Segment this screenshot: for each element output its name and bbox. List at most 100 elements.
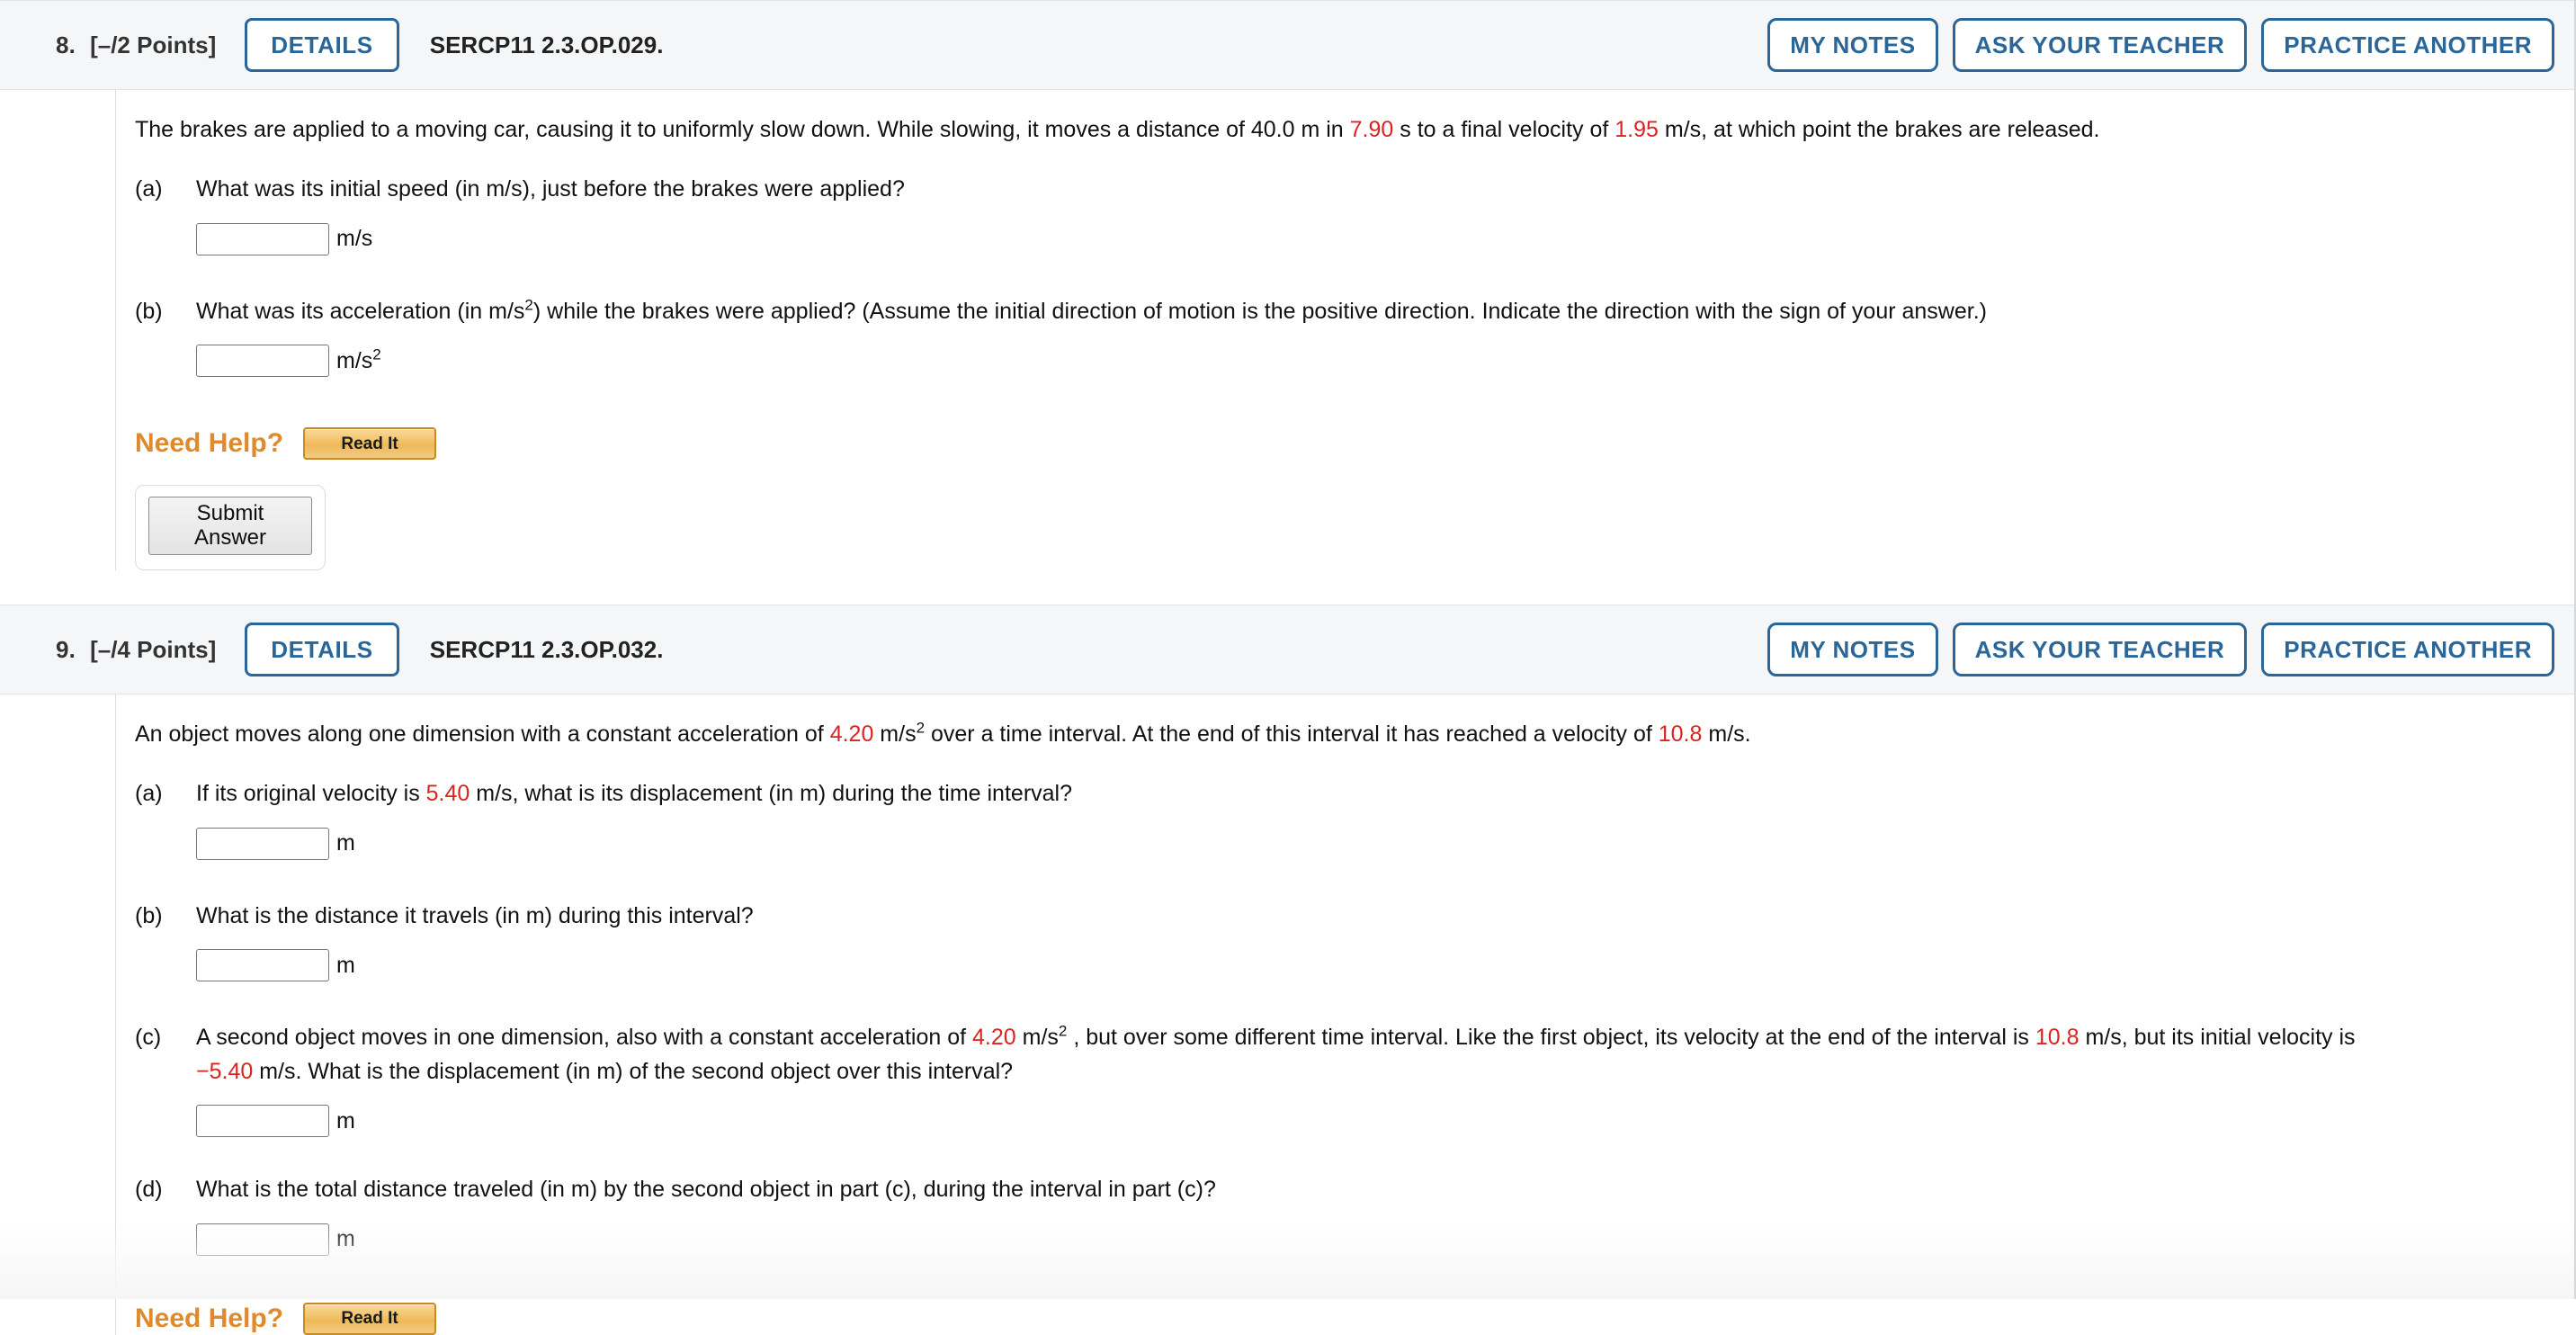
part-label: (a): [135, 176, 163, 202]
submit-answer-button[interactable]: Submit Answer: [148, 497, 312, 556]
stem-text: An object moves along one dimension with…: [135, 721, 830, 748]
part-text-segment: If its original velocity is: [196, 781, 426, 807]
answer-unit: m: [336, 1107, 355, 1133]
answer-row: m: [196, 1223, 2576, 1256]
part-content: What was its initial speed (in m/s), jus…: [196, 173, 2576, 255]
exponent: 2: [524, 296, 533, 314]
practice-another-button[interactable]: PRACTICE ANOTHER: [2261, 623, 2554, 677]
my-notes-button[interactable]: MY NOTES: [1767, 18, 1938, 72]
part-text-segment: m/s: [1015, 1025, 1059, 1051]
stem-value-velocity: 10.8: [1658, 721, 1703, 748]
question-code: SERCP11 2.3.OP.032.: [429, 635, 664, 663]
part-question-text: If its original velocity is 5.40 m/s, wh…: [196, 777, 2499, 811]
part-text-segment: , but over some different time interval.…: [1067, 1025, 2035, 1051]
answer-unit: m: [336, 1226, 355, 1252]
need-help-section-9: Need Help? Read It: [135, 1302, 2576, 1335]
question-part-a: (a) What was its initial speed (in m/s),…: [135, 173, 2576, 255]
question-body-8: The brakes are applied to a moving car, …: [0, 90, 2576, 571]
part-question-text: What was its acceleration (in m/s2) whil…: [196, 295, 2499, 329]
answer-row: m: [196, 1105, 2576, 1138]
part-text-segment: What was its acceleration (in m/s: [196, 298, 525, 324]
part-content: What is the total distance traveled (in …: [196, 1173, 2576, 1256]
part-question-text: What is the distance it travels (in m) d…: [196, 902, 754, 928]
stem-text: m/s: [873, 721, 917, 748]
part-label: (d): [135, 1177, 163, 1203]
submit-answer-card: Submit Answer: [135, 485, 326, 571]
question-part-d: (d) What is the total distance traveled …: [135, 1173, 2576, 1256]
answer-input-9b[interactable]: [196, 949, 329, 982]
answer-row: m/s: [196, 222, 2576, 255]
practice-another-button[interactable]: PRACTICE ANOTHER: [2261, 18, 2554, 72]
stem-text: m/s.: [1702, 721, 1751, 748]
stem-value-time: 7.90: [1349, 117, 1394, 142]
header-actions: MY NOTES ASK YOUR TEACHER PRACTICE ANOTH…: [1767, 18, 2554, 72]
question-part-b: (b) What was its acceleration (in m/s2) …: [135, 295, 2576, 378]
part-label: (c): [135, 1025, 162, 1051]
exponent: 2: [1058, 1022, 1068, 1040]
details-button[interactable]: DETAILS: [245, 18, 399, 72]
question-part-a: (a) If its original velocity is 5.40 m/s…: [135, 777, 2576, 860]
question-body-9: An object moves along one dimension with…: [0, 694, 2576, 1335]
stem-value-velocity: 1.95: [1614, 117, 1659, 142]
answer-row: m: [196, 949, 2576, 982]
answer-input-8b[interactable]: [196, 345, 329, 378]
question-part-c: (c) A second object moves in one dimensi…: [135, 1021, 2576, 1138]
question-header-9: 9. [–/4 Points] DETAILS SERCP11 2.3.OP.0…: [0, 605, 2576, 695]
part-value-final-velocity: 10.8: [2035, 1025, 2080, 1051]
stem-text: s to a final velocity of: [1393, 117, 1615, 142]
answer-unit: m/s2: [336, 346, 381, 374]
stem-text: m/s, at which point the brakes are relea…: [1658, 117, 2100, 142]
answer-unit: m: [336, 952, 355, 978]
question-header-8: 8. [–/2 Points] DETAILS SERCP11 2.3.OP.0…: [0, 0, 2576, 90]
answer-unit: m/s: [336, 226, 373, 252]
part-content: A second object moves in one dimension, …: [196, 1021, 2576, 1138]
answer-input-9d[interactable]: [196, 1223, 329, 1256]
part-content: If its original velocity is 5.40 m/s, wh…: [196, 777, 2576, 860]
question-number: 9.: [56, 635, 76, 663]
part-question-text: What is the total distance traveled (in …: [196, 1177, 1216, 1203]
exponent: 2: [916, 719, 926, 737]
read-it-button[interactable]: Read It: [303, 427, 437, 461]
unit-base: m/s: [336, 347, 373, 373]
part-content: What is the distance it travels (in m) d…: [196, 900, 2576, 982]
question-part-b: (b) What is the distance it travels (in …: [135, 900, 2576, 982]
header-actions: MY NOTES ASK YOUR TEACHER PRACTICE ANOTH…: [1767, 623, 2554, 677]
part-text-segment: m/s. What is the displacement (in m) of …: [253, 1058, 1014, 1084]
question-number: 8.: [56, 31, 76, 58]
question-points: [–/2 Points]: [90, 31, 217, 58]
stem-value-acceleration: 4.20: [829, 721, 874, 748]
question-block-8: 8. [–/2 Points] DETAILS SERCP11 2.3.OP.0…: [0, 0, 2576, 571]
question-block-9: 9. [–/4 Points] DETAILS SERCP11 2.3.OP.0…: [0, 605, 2576, 1335]
question-points: [–/4 Points]: [90, 635, 217, 663]
part-text-segment: ) while the brakes were applied? (Assume…: [532, 298, 1987, 324]
stem-text: The brakes are applied to a moving car, …: [135, 117, 1350, 142]
part-text-segment: A second object moves in one dimension, …: [196, 1025, 973, 1051]
question-code: SERCP11 2.3.OP.029.: [429, 31, 664, 58]
details-button[interactable]: DETAILS: [245, 623, 399, 677]
need-help-label: Need Help?: [135, 428, 284, 459]
need-help-section-8: Need Help? Read It: [135, 427, 2576, 461]
ask-your-teacher-button[interactable]: ASK YOUR TEACHER: [1952, 18, 2248, 72]
part-content: What was its acceleration (in m/s2) whil…: [196, 295, 2576, 378]
part-label: (b): [135, 902, 163, 928]
need-help-label: Need Help?: [135, 1303, 284, 1333]
part-value-velocity: 5.40: [425, 781, 470, 807]
read-it-button[interactable]: Read It: [303, 1302, 437, 1335]
question-stem: The brakes are applied to a moving car, …: [135, 113, 2473, 146]
my-notes-button[interactable]: MY NOTES: [1767, 623, 1938, 677]
part-label: (a): [135, 781, 163, 807]
part-value-initial-velocity: −5.40: [196, 1058, 254, 1084]
answer-input-9a[interactable]: [196, 827, 329, 860]
part-label: (b): [135, 298, 163, 324]
part-text-segment: m/s, but its initial velocity is: [2079, 1025, 2356, 1051]
part-question-text: A second object moves in one dimension, …: [196, 1021, 2364, 1089]
answer-input-8a[interactable]: [196, 222, 329, 255]
answer-row: m/s2: [196, 345, 2576, 378]
ask-your-teacher-button[interactable]: ASK YOUR TEACHER: [1952, 623, 2248, 677]
answer-input-9c[interactable]: [196, 1105, 329, 1138]
question-spacer: [0, 570, 2576, 605]
part-question-text: What was its initial speed (in m/s), jus…: [196, 176, 905, 202]
question-stem: An object moves along one dimension with…: [135, 718, 2473, 750]
part-text-segment: m/s, what is its displacement (in m) dur…: [470, 781, 1073, 807]
stem-text: over a time interval. At the end of this…: [925, 721, 1659, 748]
